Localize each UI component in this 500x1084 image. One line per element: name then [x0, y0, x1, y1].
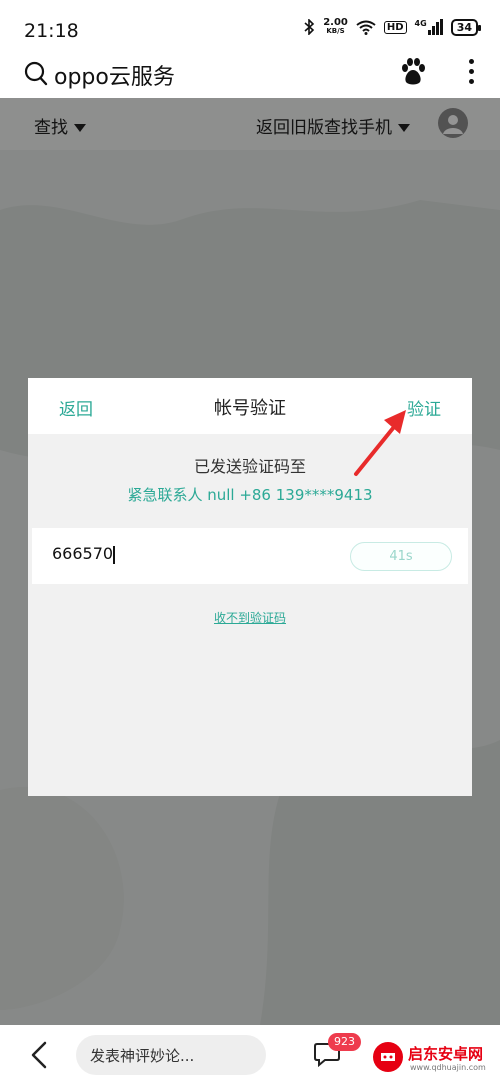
status-icons: 2.00 KB/S HD 4G 34: [303, 17, 482, 36]
search-icon[interactable]: [24, 61, 48, 87]
resend-countdown-button[interactable]: 41s: [350, 542, 452, 571]
no-code-link[interactable]: 收不到验证码: [28, 609, 472, 626]
more-options-icon[interactable]: [469, 59, 474, 84]
comment-placeholder: 发表神评妙论...: [90, 1047, 195, 1065]
emergency-contact-number: 紧急联系人 null +86 139****9413: [127, 486, 373, 504]
text-cursor: [113, 545, 116, 564]
red-arrow-annotation: [354, 410, 406, 476]
hd-icon: HD: [383, 20, 407, 34]
signal-icon: 4G: [415, 19, 443, 35]
wifi-icon: [356, 20, 376, 35]
comment-input[interactable]: 发表神评妙论...: [76, 1035, 266, 1075]
brand-logo-icon: [373, 1042, 403, 1072]
verification-code-row: 666570 41s: [32, 528, 468, 584]
baidu-paw-icon[interactable]: [400, 58, 426, 86]
brand-name: 启东安卓网: [408, 1045, 484, 1063]
browser-search-bar[interactable]: oppo云服务: [0, 56, 500, 98]
bluetooth-icon: [304, 19, 315, 35]
net-speed: 2.00 KB/S: [323, 17, 348, 36]
status-time: 21:18: [24, 20, 79, 42]
back-chevron-icon[interactable]: [30, 1041, 48, 1069]
search-query[interactable]: oppo云服务: [54, 59, 175, 91]
comment-count-badge: 923: [328, 1033, 361, 1051]
verification-code-input[interactable]: 666570: [52, 544, 312, 564]
bottom-comment-bar: 发表神评妙论... 923 启东安卓网 www.qdhuajin.com: [0, 1025, 500, 1084]
brand-url: www.qdhuajin.com: [410, 1063, 486, 1072]
battery-icon: 34: [450, 18, 482, 36]
status-bar: 21:18 2.00 KB/S HD 4G 34: [0, 0, 500, 56]
